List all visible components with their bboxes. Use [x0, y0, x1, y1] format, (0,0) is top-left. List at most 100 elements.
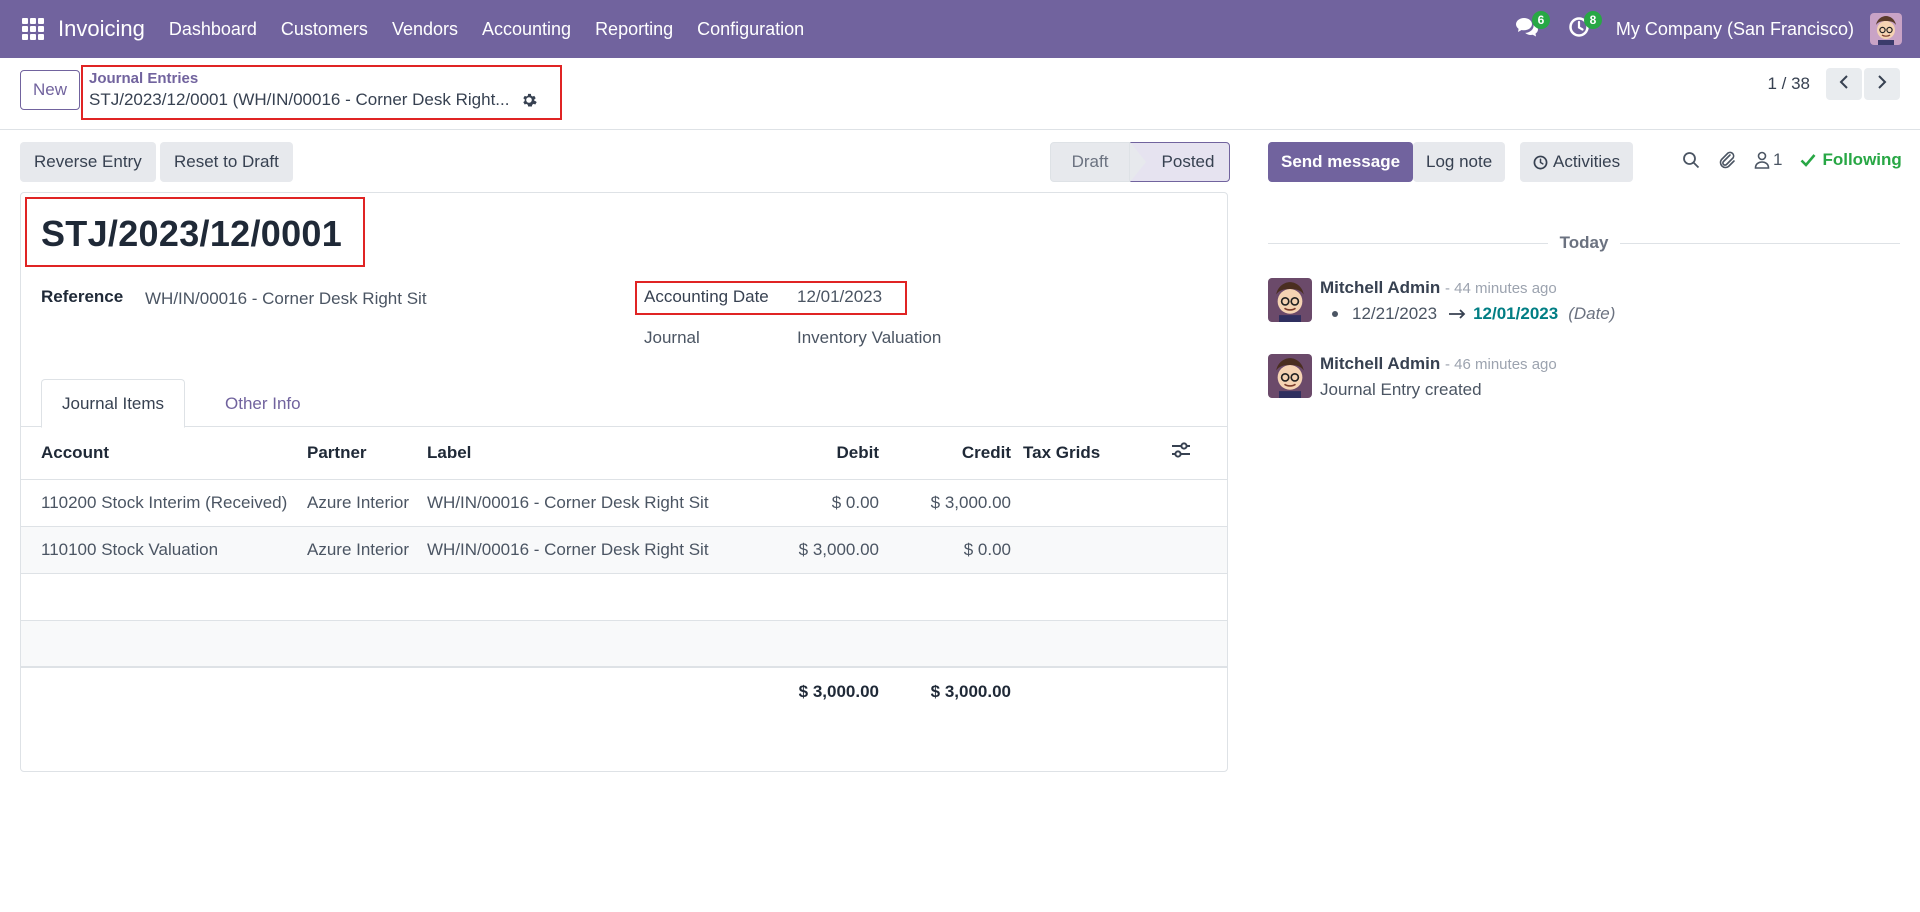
- column-header-debit[interactable]: Debit: [727, 427, 879, 480]
- tab-journal-items[interactable]: Journal Items: [41, 379, 186, 428]
- messages-button[interactable]: 6: [1512, 11, 1550, 44]
- new-value: 12/01/2023: [1473, 304, 1559, 323]
- message-time: - 46 minutes ago: [1445, 356, 1557, 373]
- pager: 1 / 38: [1767, 68, 1900, 100]
- column-header-account[interactable]: Account: [21, 427, 307, 480]
- total-debit: $ 3,000.00: [727, 666, 879, 715]
- empty-row: [21, 573, 1227, 621]
- breadcrumb: Journal Entries STJ/2023/12/0001 (WH/IN/…: [81, 65, 562, 120]
- notebook-tabs: Journal Items Other Info: [21, 379, 1227, 428]
- column-header-label[interactable]: Label: [427, 427, 727, 480]
- chevron-left-icon: [1838, 74, 1850, 95]
- status-draft[interactable]: Draft: [1050, 142, 1130, 182]
- author-name: Mitchell Admin: [1320, 354, 1441, 373]
- control-panel: New Journal Entries STJ/2023/12/0001 (WH…: [0, 58, 1920, 130]
- cell-debit: $ 0.00: [727, 479, 879, 527]
- optional-columns-toggle[interactable]: [1171, 427, 1227, 480]
- cell-label: WH/IN/00016 - Corner Desk Right Sit: [427, 479, 727, 527]
- new-button[interactable]: New: [20, 70, 81, 110]
- sliders-icon: [1171, 441, 1191, 459]
- reverse-entry-button[interactable]: Reverse Entry: [20, 142, 156, 182]
- chatter-toolbar: 1 Following: [1682, 150, 1902, 170]
- pager-value[interactable]: 1 / 38: [1767, 74, 1810, 94]
- form-sheet: STJ/2023/12/0001 Reference WH/IN/00016 -…: [20, 192, 1228, 772]
- date-separator: Today: [1268, 232, 1900, 254]
- cell-partner: Azure Interior: [307, 526, 427, 574]
- tracked-field: (Date): [1568, 304, 1616, 323]
- followers-button[interactable]: 1: [1754, 150, 1782, 170]
- paperclip-icon[interactable]: [1718, 150, 1736, 170]
- reset-to-draft-button[interactable]: Reset to Draft: [160, 142, 293, 182]
- old-value: 12/21/2023: [1352, 304, 1438, 323]
- activities-label: Activities: [1553, 152, 1621, 171]
- avatar[interactable]: [1268, 278, 1312, 322]
- user-icon: [1754, 151, 1770, 169]
- date-separator-label: Today: [1559, 233, 1609, 252]
- reference-label: Reference: [41, 287, 124, 306]
- app-name[interactable]: Invoicing: [58, 16, 145, 42]
- menu-accounting[interactable]: Accounting: [470, 19, 583, 40]
- check-icon: [1800, 153, 1816, 167]
- activities-count-badge: 8: [1583, 11, 1602, 29]
- column-header-tax-grids[interactable]: Tax Grids: [1011, 427, 1171, 480]
- cell-tax-grids: [1011, 526, 1171, 574]
- chevron-right-icon: [1876, 74, 1888, 95]
- log-note-button[interactable]: Log note: [1413, 142, 1506, 182]
- cell-tax-grids: [1011, 479, 1171, 527]
- menu-dashboard[interactable]: Dashboard: [157, 19, 269, 40]
- cell-account: 110200 Stock Interim (Received): [21, 479, 307, 527]
- following-button[interactable]: Following: [1800, 150, 1902, 170]
- arrow-right-icon: [1449, 309, 1467, 319]
- page-title: STJ/2023/12/0001: [41, 213, 343, 254]
- menu-configuration[interactable]: Configuration: [685, 19, 816, 40]
- apps-menu-icon[interactable]: [22, 18, 44, 40]
- activities-button-chatter[interactable]: Activities: [1520, 142, 1634, 182]
- total-credit: $ 3,000.00: [879, 666, 1011, 715]
- cell-label: WH/IN/00016 - Corner Desk Right Sit: [427, 526, 727, 574]
- status-posted[interactable]: Posted: [1130, 142, 1230, 182]
- message-author[interactable]: Mitchell Admin - 46 minutes ago: [1320, 354, 1557, 374]
- breadcrumb-current-label: STJ/2023/12/0001 (WH/IN/00016 - Corner D…: [89, 90, 510, 109]
- column-header-partner[interactable]: Partner: [307, 427, 427, 480]
- send-message-button[interactable]: Send message: [1268, 142, 1414, 182]
- journal-items-table: Account Partner Label Debit Credit Tax G…: [21, 427, 1227, 715]
- breadcrumb-current: STJ/2023/12/0001 (WH/IN/00016 - Corner D…: [89, 90, 554, 110]
- pager-previous-button[interactable]: [1826, 68, 1862, 100]
- chatter-message: Mitchell Admin - 44 minutes ago 12/21/20…: [1268, 278, 1888, 334]
- bullet: [1332, 311, 1338, 317]
- accounting-date-label: Accounting Date: [644, 287, 769, 306]
- menu-reporting[interactable]: Reporting: [583, 19, 685, 40]
- user-avatar[interactable]: [1870, 13, 1902, 45]
- empty-row: [21, 620, 1227, 668]
- message-author[interactable]: Mitchell Admin - 44 minutes ago: [1320, 278, 1557, 298]
- cell-debit: $ 3,000.00: [727, 526, 879, 574]
- search-icon[interactable]: [1682, 151, 1700, 169]
- following-label: Following: [1822, 150, 1902, 169]
- journal-value[interactable]: Inventory Valuation: [797, 328, 941, 348]
- author-name: Mitchell Admin: [1320, 278, 1441, 297]
- table-row[interactable]: 110100 Stock Valuation Azure Interior WH…: [21, 526, 1227, 574]
- menu-vendors[interactable]: Vendors: [380, 19, 470, 40]
- journal-label: Journal: [644, 328, 700, 347]
- table-row[interactable]: 110200 Stock Interim (Received) Azure In…: [21, 479, 1227, 527]
- gear-icon[interactable]: [521, 92, 538, 108]
- totals-row: $ 3,000.00 $ 3,000.00: [21, 666, 1227, 715]
- pager-next-button[interactable]: [1864, 68, 1900, 100]
- tracking-change: 12/21/2023 12/01/2023 (Date): [1320, 304, 1615, 324]
- message-time: - 44 minutes ago: [1445, 280, 1557, 297]
- cell-account: 110100 Stock Valuation: [21, 526, 307, 574]
- company-switcher[interactable]: My Company (San Francisco): [1616, 19, 1854, 40]
- activities-button[interactable]: 8: [1564, 11, 1602, 44]
- tab-other-info[interactable]: Other Info: [205, 379, 321, 428]
- accounting-date-value[interactable]: 12/01/2023: [797, 287, 882, 307]
- avatar[interactable]: [1268, 354, 1312, 398]
- reference-value[interactable]: WH/IN/00016 - Corner Desk Right Sit: [145, 289, 427, 309]
- column-header-credit[interactable]: Credit: [879, 427, 1011, 480]
- message-body: Journal Entry created: [1320, 380, 1482, 399]
- clock-icon: [1533, 155, 1548, 170]
- followers-count: 1: [1773, 150, 1783, 169]
- menu-customers[interactable]: Customers: [269, 19, 380, 40]
- cell-partner: Azure Interior: [307, 479, 427, 527]
- messages-count-badge: 6: [1531, 11, 1550, 29]
- breadcrumb-parent-link[interactable]: Journal Entries: [89, 71, 554, 87]
